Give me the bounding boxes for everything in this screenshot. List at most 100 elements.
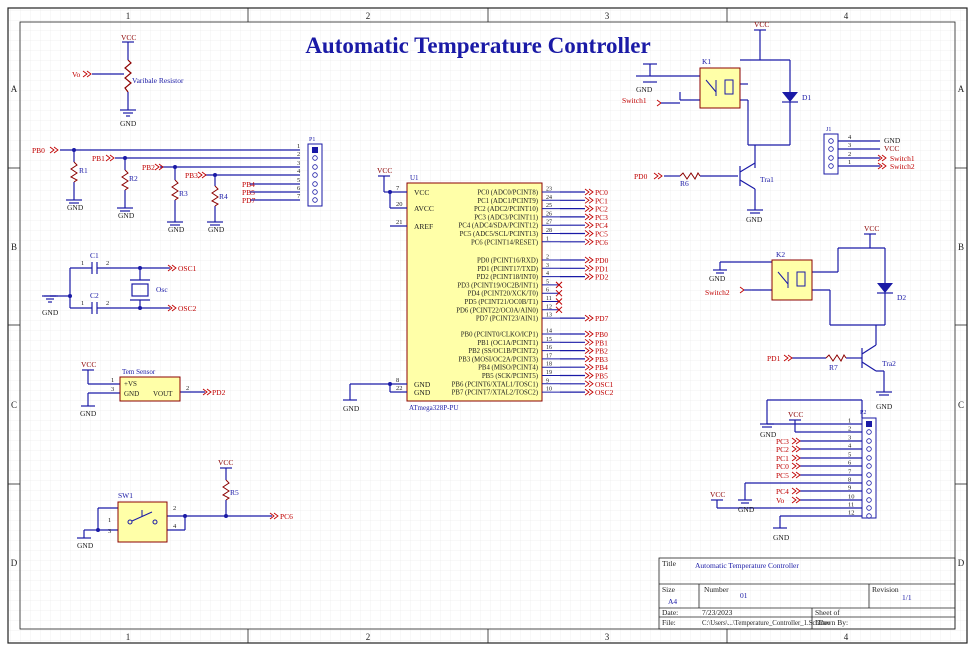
mcu-right-pin-num: 25	[546, 203, 552, 209]
net-label-pd0-tra1: PD0	[634, 172, 648, 181]
u1-label: U1	[410, 174, 419, 182]
sw1-pin-3: 3	[108, 528, 111, 535]
p2-pin-num: 11	[848, 502, 854, 509]
tem-pin-vout: VOUT	[153, 390, 173, 398]
mcu-right-pin-num: 11	[546, 296, 552, 302]
gnd-label-sw1: GND	[77, 541, 94, 550]
gnd-label-r2: GND	[118, 211, 135, 220]
col-label-4-bottom: 4	[844, 632, 849, 642]
j1-net-switch2: Switch2	[890, 162, 915, 171]
p2-pin-num: 12	[848, 510, 855, 517]
tem-pin-vs: +VS	[124, 380, 137, 388]
p1-pin-1: 1	[297, 143, 300, 150]
vcc-label-tem: VCC	[81, 360, 96, 369]
net-label-pd7: PD7	[242, 196, 256, 205]
p2-net-label: PC4	[776, 487, 789, 496]
j1-pin-2: 2	[848, 151, 851, 158]
row-label-b-left: B	[11, 242, 17, 252]
tb-title-label: Title	[662, 559, 677, 568]
schematic-sheet: 1 2 3 4 1 2 3 4 A B C D A B C D Automati…	[0, 0, 975, 651]
mcu-right-pin-num: 9	[546, 378, 549, 384]
gnd-label-r1: GND	[67, 203, 84, 212]
mcu-left-pin-name: VCC	[414, 188, 429, 197]
p1-pin-5: 5	[297, 177, 300, 184]
mcu-right-pin-name: PB2 (SS/OC1B/PCINT2)	[468, 348, 538, 355]
sw1-label: SW1	[118, 491, 133, 500]
variable-resistor-label: Varibale Resistor	[132, 76, 184, 85]
mcu-right-pin-num: 12	[546, 304, 552, 310]
net-label-osc2: OSC2	[178, 304, 197, 313]
tem-pin-num-2: 2	[186, 385, 189, 392]
c2-pin-2: 2	[106, 300, 109, 307]
mcu-net-label: PD2	[595, 273, 609, 282]
gnd-label-r4: GND	[208, 225, 225, 234]
d2-label: D2	[897, 293, 906, 302]
mcu-right-pin-name: PD6 (PCINT22/OC0A/AIN0)	[456, 307, 538, 314]
p2-net-label: Vo	[776, 496, 784, 505]
net-label-pb2: PB2	[142, 163, 155, 172]
tb-title-value: Automatic Temperature Controller	[695, 561, 799, 570]
j1-net-vcc: VCC	[884, 144, 899, 153]
tb-number-label: Number	[704, 585, 729, 594]
row-label-c-left: C	[11, 400, 17, 410]
mcu-right-pin-name: PD0 (PCINT16/RXD)	[477, 258, 538, 265]
col-label-2-bottom: 2	[366, 632, 371, 642]
net-label-pc6-sw: PC6	[280, 512, 293, 521]
sw1-pin-1: 1	[108, 517, 111, 524]
p2-pin-num: 2	[848, 426, 851, 433]
c2-label: C2	[90, 291, 99, 300]
osc-label: Osc	[156, 285, 168, 294]
mcu-left-pin-num: 22	[396, 385, 403, 392]
vcc-label-p2-a: VCC	[788, 410, 803, 419]
mcu-right-pin-num: 19	[546, 370, 552, 376]
tem-pin-num-3: 3	[111, 386, 114, 393]
vcc-label-r5: VCC	[218, 458, 233, 467]
col-label-3-top: 3	[605, 11, 610, 21]
j1-pin-3: 3	[848, 142, 851, 149]
tra1-label: Tra1	[760, 175, 774, 184]
r5-label: R5	[230, 488, 239, 497]
net-label-switch1: Switch1	[622, 96, 647, 105]
gnd-label-p2-a: GND	[760, 430, 777, 439]
col-label-3-bottom: 3	[605, 632, 610, 642]
p2-pin-num: 8	[848, 477, 851, 484]
tb-file-label: File:	[662, 618, 676, 627]
mcu-left-pin-name: AREF	[414, 222, 433, 231]
mcu-net-label: OSC2	[595, 388, 614, 397]
mcu-right-pin-name: PD1 (PCINT17/TXD)	[477, 266, 538, 273]
mcu-left-pin-num: 20	[396, 201, 403, 208]
mcu-right-pin-name: PB5 (SCK/PCINT5)	[482, 373, 538, 380]
tra2-label: Tra2	[882, 359, 896, 368]
gnd-label-r3: GND	[168, 225, 185, 234]
u1-part-label: ATmega328P-PU	[409, 404, 458, 412]
p2-net-label: PC2	[776, 445, 789, 454]
gnd-label-k1: GND	[636, 85, 653, 94]
mcu-right-pin-name: PC1 (ADC1/PCINT9)	[477, 198, 538, 205]
mcu-right-pin-name: PC0 (ADC0/PCINT8)	[477, 190, 538, 197]
col-label-1-bottom: 1	[126, 632, 131, 642]
row-label-d-right: D	[958, 558, 965, 568]
r3-label: R3	[179, 189, 188, 198]
mcu-right-pin-num: 10	[546, 387, 552, 393]
r7-label: R7	[829, 363, 838, 372]
tem-pin-gnd: GND	[124, 390, 139, 398]
j1-pin-1: 1	[848, 159, 851, 166]
mcu-left-pin-num: 8	[396, 377, 399, 384]
mcu-right-pin-num: 15	[546, 337, 552, 343]
p1-label: P1	[309, 137, 315, 143]
j1-label: J1	[826, 127, 831, 133]
mcu-left-pin-num: 21	[396, 219, 403, 226]
mcu-right-pin-name: PB6 (PCINT6/XTAL1/TOSC1)	[452, 381, 538, 388]
mcu-right-pin-num: 16	[546, 345, 552, 351]
row-label-a-left: A	[11, 84, 18, 94]
mcu-right-pin-name: PB3 (MOSI/OC2A/PCINT3)	[459, 356, 539, 363]
mcu-right-pin-name: PD2 (PCINT18/INT0)	[477, 274, 538, 281]
vcc-label-u1: VCC	[377, 166, 392, 175]
mcu-right-pin-num: 13	[546, 313, 552, 319]
mcu-right-pin-num: 5	[546, 279, 549, 285]
gnd-label-k2: GND	[709, 274, 726, 283]
tb-sheet-label: Sheet of	[815, 608, 840, 617]
vcc-label-p2-b: VCC	[710, 490, 725, 499]
mcu-right-pin-num: 27	[546, 220, 552, 226]
c1-pin-2: 2	[106, 260, 109, 267]
